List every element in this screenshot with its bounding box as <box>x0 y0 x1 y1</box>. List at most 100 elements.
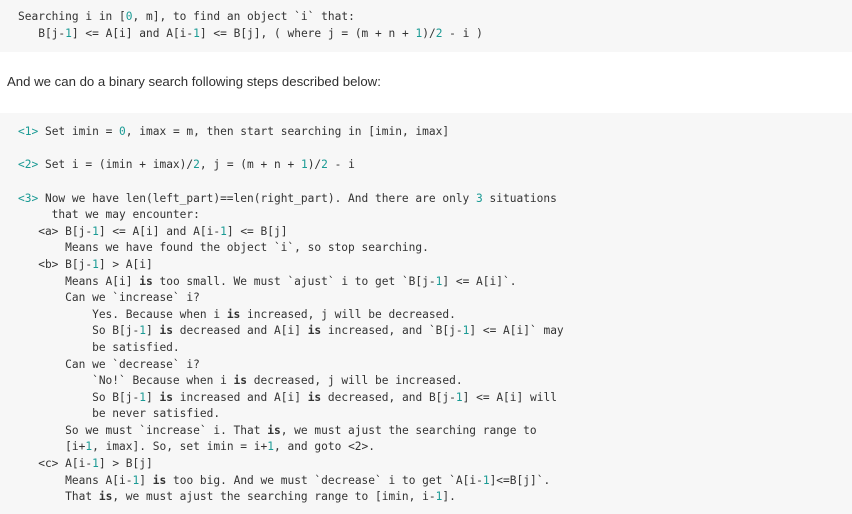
code-token-plain: , imax = m, then start searching in [imi… <box>125 125 450 139</box>
code-token-plain: Set imin = <box>38 125 120 139</box>
code-token-plain: Set i = (imin + imax)/ <box>38 158 194 172</box>
code-line: Means A[i] is too small. We must `ajust`… <box>18 275 516 288</box>
code-line: be never satisfied. <box>18 407 220 420</box>
code-token-plain: decreased, and B[j- <box>321 390 456 404</box>
code-token-plain: - i <box>327 158 355 172</box>
code-token-plain: Searching i in [ <box>18 10 126 23</box>
code-token-kw: is <box>233 374 248 388</box>
code-token-plain: , we must ajust the searching range to [… <box>112 490 436 504</box>
code-token-plain: ] > A[i] <box>98 257 153 271</box>
code-token-plain: So B[j- <box>18 324 140 338</box>
code-token-num: 0 <box>119 125 126 139</box>
block-spacer-bottom <box>0 91 852 113</box>
code-token-plain: be never satisfied. <box>18 407 221 421</box>
code-block-problem-statement[interactable]: Searching i in [0, m], to find an object… <box>0 0 852 53</box>
code-token-num: 2 <box>193 158 200 172</box>
code-token-kw: is <box>307 324 322 338</box>
code-token-plain: <b> B[j- <box>18 257 93 271</box>
code-token-num: 0 <box>125 10 133 23</box>
code-line: Means we have found the object `i`, so s… <box>18 241 429 254</box>
code-line: <3> Now we have len(left_part)==len(righ… <box>18 192 557 205</box>
code-token-plain: ]. <box>442 490 456 504</box>
code-token-plain: )/ <box>422 26 436 40</box>
code-token-num: 1 <box>193 26 200 40</box>
code-token-kw: is <box>226 307 241 321</box>
code-token-plain: `No!` Because when i <box>18 374 234 388</box>
code-token-kw: is <box>152 473 167 487</box>
code-token-kw: is <box>159 324 173 338</box>
code-token-plain: too big. And we must `decrease` i to get… <box>166 473 483 487</box>
code-token-plain: ] <box>146 324 160 338</box>
code-token-plain: ] <= A[i]` may <box>469 324 564 338</box>
code-token-num: 1 <box>220 224 227 238</box>
code-token-plain: Means we have found the object `i`, so s… <box>18 241 429 255</box>
code-token-plain: situations <box>482 191 557 205</box>
code-token-mark: <2> <box>18 158 39 172</box>
code-token-plain: B[j- <box>18 26 66 40</box>
code-line: Can we `decrease` i? <box>18 358 200 371</box>
code-token-plain: decreased and A[i] <box>172 324 308 338</box>
code-line: <2> Set i = (imin + imax)/2, j = (m + n … <box>18 158 355 171</box>
code-token-plain: ] <= B[j], ( where j = (m + n + <box>199 26 416 40</box>
code-token-plain: So we must `increase` i. That <box>18 423 268 437</box>
code-token-plain: , and goto <2>. <box>273 440 376 454</box>
document-page: Searching i in [0, m], to find an object… <box>0 0 852 514</box>
code-token-plain: increased, and `B[j- <box>321 324 463 338</box>
code-line: B[j-1] <= A[i] and A[i-1] <= B[j], ( whe… <box>18 27 483 40</box>
code-token-plain: ] <= A[i]`. <box>442 274 517 288</box>
code-token-plain: ] <= A[i] will <box>462 390 557 404</box>
code-token-plain: , m], to find an object `i` that: <box>132 10 355 23</box>
code-token-kw: is <box>98 490 113 504</box>
code-token-plain: )/ <box>307 158 322 172</box>
code-line: So B[j-1] is decreased and A[i] is incre… <box>18 324 564 337</box>
code-line: That is, we must ajust the searching ran… <box>18 490 456 503</box>
code-token-num: 1 <box>65 26 72 40</box>
code-token-kw: is <box>159 390 173 404</box>
code-token-plain: Yes. Because when i <box>18 307 227 321</box>
code-line: Means A[i- 1] is too big. And we must `de… <box>18 474 550 487</box>
code-line: <b> B[j-1] > A[i] <box>18 258 153 271</box>
code-line: Searching i in [0, m], to find an object… <box>18 10 355 23</box>
code-token-plain: Can we `increase` i? <box>18 291 200 305</box>
code-token-num: 2 <box>321 158 328 172</box>
code-token-plain: increased and A[i] <box>172 390 308 404</box>
code-token-mark: <3> <box>18 191 39 205</box>
code-token-num: 1 <box>139 324 146 338</box>
code-token-num: 1 <box>300 158 308 172</box>
code-line: [i+1, imax]. So, set imin = i+1, and got… <box>18 440 375 453</box>
code-token-plain: [i+ <box>18 440 86 454</box>
code-token-num: 1 <box>139 390 146 404</box>
code-token-plain: Can we `decrease` i? <box>18 357 200 371</box>
code-line: `No!` Because when i is decreased, j wil… <box>18 374 463 387</box>
code-token-plain: too small. We must `ajust` i to get `B[j… <box>152 274 436 288</box>
code-token-plain: increased, j will be decreased. <box>240 307 456 321</box>
code-token-plain: that we may encounter: <box>18 208 200 222</box>
code-token-plain: ] <= A[i] and A[i- <box>98 224 221 238</box>
code-token-plain: That <box>18 490 99 504</box>
intro-paragraph: And we can do a binary search following … <box>7 74 381 90</box>
code-token-plain: decreased, j will be increased. <box>247 374 463 388</box>
code-token-num: 1 <box>455 390 463 404</box>
code-token-plain: - i ) <box>442 26 483 40</box>
code-block-binary-search-steps[interactable]: <1> Set imin = 0, imax = m, then start s… <box>0 113 852 514</box>
code-token-num: 3 <box>476 191 483 205</box>
code-token-plain: ] <box>139 473 153 487</box>
code-line: that we may encounter: <box>18 208 200 221</box>
code-token-plain: , we must ajust the searching range to <box>280 423 537 437</box>
code-line: <a> B[j-1] <= A[i] and A[i-1] <= B[j] <box>18 225 287 238</box>
code-token-plain: So B[j- <box>18 390 140 404</box>
block-spacer-top <box>0 52 852 73</box>
code-token-plain: Means A[i- <box>18 473 133 487</box>
code-token-num: 1 <box>92 224 99 238</box>
code-token-mark: <1> <box>18 125 39 139</box>
code-token-plain: <c> A[i- <box>18 457 93 471</box>
code-line: <1> Set imin = 0, imax = m, then start s… <box>18 125 449 138</box>
code-token-plain: Now we have len(left_part)==len(right_pa… <box>38 191 477 205</box>
code-token-plain: ] <= A[i] and A[i- <box>71 26 194 40</box>
code-token-plain: , j = (m + n + <box>199 158 301 172</box>
code-line: So B[j-1] is increased and A[i] is decre… <box>18 391 557 404</box>
code-token-kw: is <box>267 423 281 437</box>
code-token-num: 1 <box>92 257 99 271</box>
code-token-plain: Means A[i] <box>18 274 140 288</box>
code-token-plain: ]<=B[j]`. <box>489 473 551 487</box>
